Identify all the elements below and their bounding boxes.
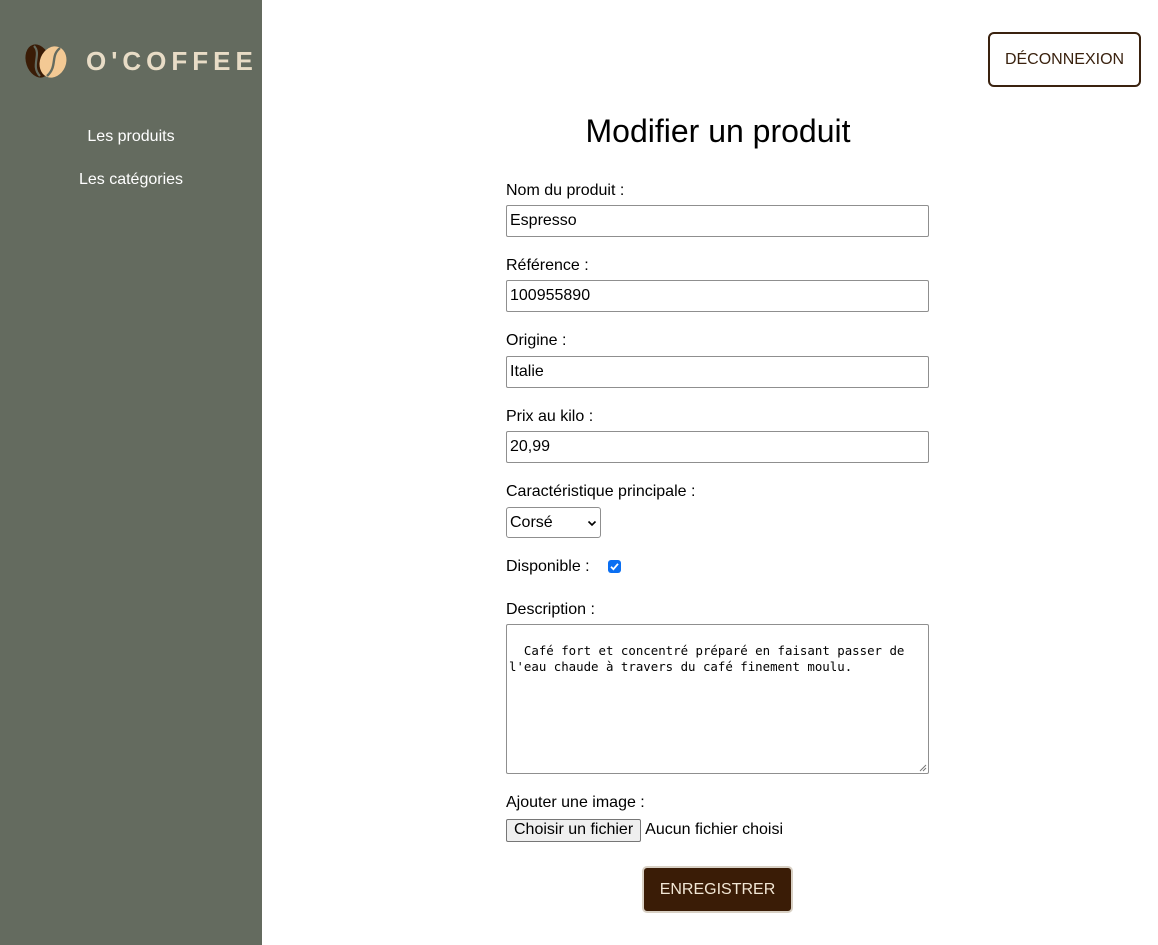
save-button[interactable]: ENREGISTRER: [642, 866, 793, 913]
image-label: Ajouter une image :: [506, 794, 645, 811]
reference-input[interactable]: 100955890: [506, 280, 929, 312]
resize-grip-icon[interactable]: [919, 764, 927, 772]
origin-input[interactable]: Italie: [506, 356, 929, 388]
product-name-label: Nom du produit :: [506, 182, 625, 199]
available-label: Disponible :: [506, 558, 590, 575]
available-checkbox[interactable]: [608, 560, 621, 573]
price-label: Prix au kilo :: [506, 408, 594, 425]
sidebar: O'COFFEE Les produits Les catégories: [0, 0, 262, 945]
checkmark-icon: [610, 563, 619, 571]
description-textarea[interactable]: Café fort et concentré préparé en faisan…: [506, 624, 929, 774]
coffee-beans-icon: [25, 44, 67, 78]
logout-button[interactable]: DÉCONNEXION: [988, 32, 1141, 87]
choose-file-button[interactable]: Choisir un fichier: [506, 818, 642, 842]
description-label: Description :: [506, 601, 595, 618]
chevron-down-icon: [587, 520, 597, 526]
characteristic-label: Caractéristique principale :: [506, 483, 696, 500]
file-input[interactable]: Choisir un fichier Aucun fichier choisi: [506, 818, 783, 842]
file-status: Aucun fichier choisi: [645, 821, 783, 838]
price-input[interactable]: 20,99: [506, 431, 929, 463]
reference-label: Référence :: [506, 257, 589, 274]
brand-logo[interactable]: O'COFFEE: [22, 42, 258, 80]
product-name-input[interactable]: Espresso: [506, 205, 929, 237]
sidebar-item-products[interactable]: Les produits: [0, 128, 262, 146]
characteristic-select[interactable]: Corsé: [506, 507, 601, 538]
page-title: Modifier un produit: [585, 113, 851, 149]
sidebar-item-categories[interactable]: Les catégories: [0, 171, 262, 189]
characteristic-selected-value: Corsé: [510, 513, 553, 531]
origin-label: Origine :: [506, 332, 567, 349]
description-text: Café fort et concentré préparé en faisan…: [509, 643, 912, 674]
brand-name: O'COFFEE: [86, 45, 258, 76]
